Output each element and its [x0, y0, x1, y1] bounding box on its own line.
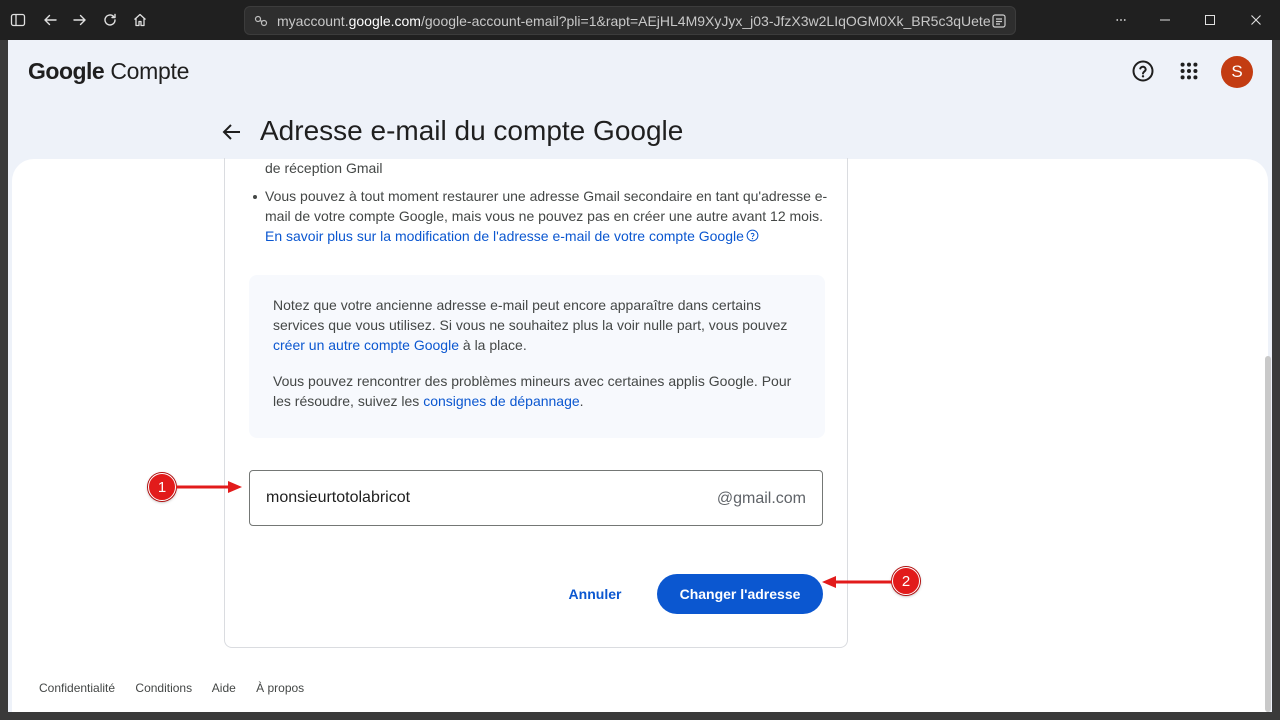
troubleshooting-link[interactable]: consignes de dépannage [423, 393, 579, 409]
url-host: google.com [348, 13, 421, 29]
annotation-marker-2: 2 [892, 567, 920, 595]
sidebar-toggle-icon[interactable] [6, 8, 30, 32]
footer: Confidentialité Conditions Aide À propos [39, 681, 321, 695]
annotation-arrow-1 [176, 481, 242, 493]
info-p1-text: Notez que votre ancienne adresse e-mail … [273, 297, 788, 333]
url-path: /google-account-email?pli=1&rapt=AEjHL4M… [420, 13, 1004, 29]
title-bar: Adresse e-mail du compte Google [8, 104, 1272, 159]
apps-grid-icon[interactable] [1176, 58, 1202, 84]
info-paragraph-2: Vous pouvez rencontrer des problèmes min… [273, 371, 801, 411]
info-p1-tail: à la place. [462, 337, 527, 353]
page-title: Adresse e-mail du compte Google [260, 115, 684, 146]
page: Google Compte S Adresse e-mail du compte… [8, 40, 1272, 712]
home-icon[interactable] [128, 8, 152, 32]
logo-google-text: Google [28, 58, 105, 84]
scrollbar-thumb[interactable] [1265, 356, 1271, 712]
more-menu-icon[interactable] [1098, 0, 1144, 40]
annotation-marker-1: 1 [148, 473, 176, 501]
info-box: Notez que votre ancienne adresse e-mail … [249, 275, 825, 438]
info-p2-tail: . [579, 393, 584, 409]
reader-mode-icon[interactable] [991, 13, 1007, 29]
change-address-button[interactable]: Changer l'adresse [657, 574, 823, 614]
learn-more-link[interactable]: En savoir plus sur la modification de l'… [265, 228, 744, 244]
bullet-1-tail: de réception Gmail [265, 160, 383, 176]
email-input-value[interactable]: monsieurtotolabricot [266, 489, 410, 507]
minimize-icon[interactable] [1142, 0, 1188, 40]
bullet-2: Vous pouvez à tout moment restaurer une … [265, 186, 835, 246]
email-change-card: de réception Gmail Vous pouvez à tout mo… [224, 158, 848, 648]
forward-icon[interactable] [68, 8, 92, 32]
refresh-icon[interactable] [98, 8, 122, 32]
help-icon[interactable] [1130, 58, 1156, 84]
footer-privacy-link[interactable]: Confidentialité [39, 681, 115, 695]
footer-help-link[interactable]: Aide [212, 681, 236, 695]
address-bar[interactable]: myaccount.google.com/google-account-emai… [244, 6, 1016, 35]
url-prefix: myaccount. [277, 13, 349, 29]
annotation-arrow-2 [822, 576, 892, 588]
content-panel: de réception Gmail Vous pouvez à tout mo… [12, 158, 1268, 712]
back-arrow-icon[interactable] [220, 120, 244, 144]
create-account-link[interactable]: créer un autre compte Google [273, 337, 459, 353]
google-account-logo[interactable]: Google Compte [28, 58, 189, 85]
help-circle-icon[interactable] [746, 229, 759, 242]
cancel-button[interactable]: Annuler [551, 574, 639, 614]
email-field[interactable]: monsieurtotolabricot @gmail.com [249, 470, 823, 526]
site-info-icon[interactable] [254, 14, 268, 28]
email-domain-suffix: @gmail.com [716, 490, 806, 507]
bullet-2-text: Vous pouvez à tout moment restaurer une … [265, 188, 828, 224]
back-icon[interactable] [38, 8, 62, 32]
footer-terms-link[interactable]: Conditions [135, 681, 192, 695]
logo-product-text: Compte [110, 58, 190, 84]
bullet-dot [253, 195, 257, 199]
maximize-icon[interactable] [1187, 0, 1233, 40]
info-paragraph-1: Notez que votre ancienne adresse e-mail … [273, 295, 801, 355]
browser-toolbar: myaccount.google.com/google-account-emai… [0, 0, 1280, 40]
avatar[interactable]: S [1221, 56, 1253, 88]
close-icon[interactable] [1233, 0, 1279, 40]
footer-about-link[interactable]: À propos [256, 681, 304, 695]
google-header: Google Compte S [8, 40, 1272, 104]
